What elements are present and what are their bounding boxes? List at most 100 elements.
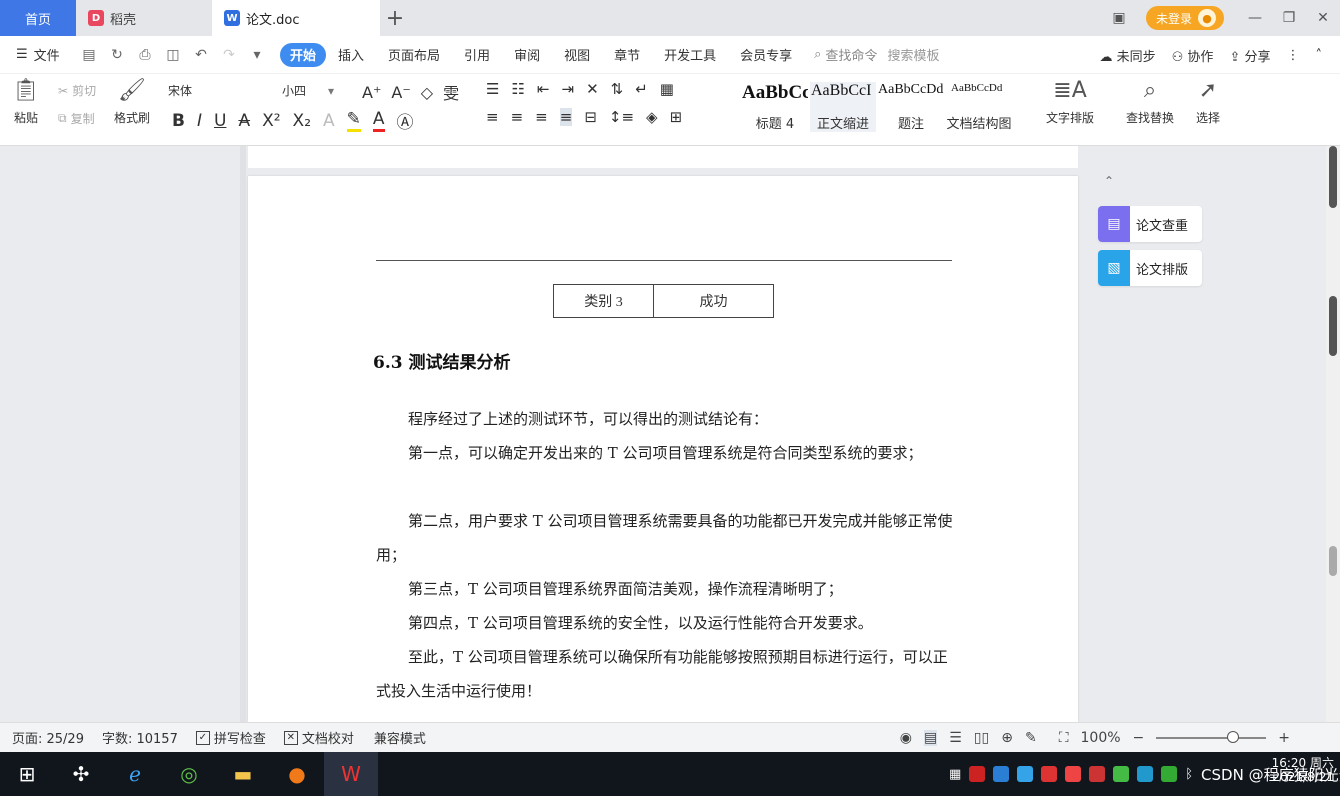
copy-button[interactable]: ⧉ 复制 xyxy=(58,110,95,127)
bold-icon[interactable]: B xyxy=(172,111,185,131)
shrink-font-icon[interactable]: A⁻ xyxy=(391,83,410,102)
tray-shield-icon[interactable] xyxy=(1017,766,1034,782)
login-button[interactable]: 未登录 ● xyxy=(1145,6,1224,30)
file-menu[interactable]: ☰ 文件 xyxy=(0,45,72,64)
page-view-icon[interactable]: ▤ xyxy=(924,730,938,746)
borders-icon[interactable]: ⊞ xyxy=(670,108,683,126)
style-body-indent[interactable]: AaBbCcI 正文缩进 xyxy=(810,82,876,132)
document-page[interactable]: 类别 3 成功 6.3 测试结果分析 程序经过了上述的测试环节，可以得出的测试结… xyxy=(248,176,1078,722)
text-layout-button[interactable]: ≣A 文字排版 xyxy=(1046,78,1094,126)
zoom-level[interactable]: 100% xyxy=(1081,730,1121,746)
taskbar-app-browser[interactable]: ◎ xyxy=(162,752,216,796)
select-button[interactable]: ➚ 选择 xyxy=(1196,78,1220,126)
taskbar-app-pinwheel[interactable]: ✣ xyxy=(54,752,108,796)
collapse-ribbon-icon[interactable]: ˄ xyxy=(1316,48,1323,63)
superscript-icon[interactable]: X² xyxy=(262,111,280,131)
decrease-indent-icon[interactable]: ⇤ xyxy=(537,80,550,98)
tray-app-icon[interactable] xyxy=(993,766,1010,782)
thesis-layout-button[interactable]: ▧ 论文排版 xyxy=(1098,250,1202,286)
close-button[interactable]: ✕ xyxy=(1306,0,1340,36)
reading-mode-icon[interactable]: ▣ xyxy=(1102,0,1136,36)
template-search[interactable]: 搜索模板 xyxy=(887,45,939,64)
distribute-icon[interactable]: ⊟ xyxy=(584,108,597,126)
subscript-icon[interactable]: X₂ xyxy=(293,111,311,131)
start-button[interactable]: ⊞ xyxy=(0,752,54,796)
zoom-slider-knob[interactable] xyxy=(1227,731,1240,743)
sync-button[interactable]: ☁ 未同步 xyxy=(1099,46,1155,65)
tab-chapter[interactable]: 章节 xyxy=(602,43,652,67)
font-size-select[interactable]: 小四 ▾ xyxy=(282,82,352,99)
bluetooth-icon[interactable]: ᛒ xyxy=(1185,767,1193,782)
format-painter-button[interactable]: 🖌︎ 格式刷 xyxy=(114,78,150,126)
tray-app-icon[interactable] xyxy=(969,766,986,782)
tray-app-icon[interactable] xyxy=(1161,766,1178,782)
new-tab-button[interactable]: + xyxy=(380,0,410,36)
tab-view[interactable]: 视图 xyxy=(552,43,602,67)
tab-review[interactable]: 审阅 xyxy=(502,43,552,67)
tab-member[interactable]: 会员专享 xyxy=(728,43,804,67)
tab-developer[interactable]: 开发工具 xyxy=(652,43,728,67)
tab-start[interactable]: 开始 xyxy=(280,42,327,67)
share-button[interactable]: ⇪ 分享 xyxy=(1229,46,1270,65)
collapse-panel-icon[interactable]: ⌃ xyxy=(1104,174,1118,188)
write-view-icon[interactable]: ✎ xyxy=(1025,730,1037,746)
eye-protect-icon[interactable]: ◉ xyxy=(900,730,912,746)
reading-view-icon[interactable]: ▯▯ xyxy=(974,730,989,746)
find-replace-button[interactable]: ⌕ 查找替换 xyxy=(1126,78,1174,126)
tab-references[interactable]: 引用 xyxy=(452,43,502,67)
justify-icon[interactable]: ≡ xyxy=(559,108,573,126)
tab-document[interactable]: W 论文.doc xyxy=(212,0,380,36)
taskbar-app-wps[interactable]: W xyxy=(324,752,378,796)
style-heading4[interactable]: AaBbCc 标题 4 xyxy=(742,82,808,132)
line-spacing-icon[interactable]: ↕≡ xyxy=(609,108,634,126)
doc-proof-toggle[interactable]: ✕ 文档校对 xyxy=(283,728,354,747)
increase-indent-icon[interactable]: ⇥ xyxy=(561,80,574,98)
customize-icon[interactable]: ▾ xyxy=(248,47,266,63)
vertical-scrollbar[interactable] xyxy=(1326,146,1340,722)
clear-format-icon[interactable]: ◇ xyxy=(421,83,433,102)
zoom-slider[interactable] xyxy=(1156,731,1267,743)
align-center-icon[interactable]: ≡ xyxy=(511,108,524,126)
redo-icon[interactable]: ↷ xyxy=(220,47,238,63)
char-border-icon[interactable]: Ⓐ xyxy=(397,108,414,133)
chinese-layout-icon[interactable]: ✕ xyxy=(586,80,599,98)
print-icon[interactable]: ⎙ xyxy=(136,47,154,63)
text-effect-icon[interactable]: A xyxy=(323,111,335,131)
numbered-list-icon[interactable]: ☷ xyxy=(511,80,524,98)
align-left-icon[interactable]: ≡ xyxy=(486,108,499,126)
tray-keyboard-icon[interactable]: ▦ xyxy=(949,767,961,782)
highlight-icon[interactable]: ✎ xyxy=(346,109,361,132)
word-count[interactable]: 字数: 10157 xyxy=(102,728,178,747)
sort-icon[interactable]: ⇅ xyxy=(611,80,624,98)
zoom-out-icon[interactable]: − xyxy=(1133,730,1145,746)
clock[interactable]: 16:20 周六 2021/8/21 xyxy=(1272,756,1334,784)
underline-icon[interactable]: U xyxy=(214,111,226,131)
collab-button[interactable]: ⚇ 协作 xyxy=(1172,46,1214,65)
taskbar-app-ie[interactable]: ℯ xyxy=(108,752,162,796)
font-color-icon[interactable]: A xyxy=(372,109,385,132)
tray-app-icon[interactable] xyxy=(1065,766,1082,782)
scroll-thumb-top[interactable] xyxy=(1329,146,1337,208)
table-grid-icon[interactable]: ▦ xyxy=(660,80,674,98)
strikethrough-icon[interactable]: A xyxy=(238,111,250,131)
italic-icon[interactable]: I xyxy=(197,111,202,131)
style-document-map[interactable]: AaBbCcDd 文档结构图 xyxy=(944,82,1014,132)
spell-check-toggle[interactable]: ✓ 拼写检查 xyxy=(195,728,266,747)
bullet-list-icon[interactable]: ☰ xyxy=(486,80,499,98)
undo-icon[interactable]: ↶ xyxy=(192,47,210,63)
fit-page-icon[interactable]: ⛶ xyxy=(1059,730,1069,746)
phonetic-icon[interactable]: 雯 xyxy=(443,80,459,104)
tab-insert[interactable]: 插入 xyxy=(326,43,376,67)
restore-button[interactable]: ❐ xyxy=(1272,0,1306,36)
preview-icon[interactable]: ◫ xyxy=(164,47,182,63)
tab-page-layout[interactable]: 页面布局 xyxy=(376,43,452,67)
tab-home[interactable]: 首页 xyxy=(0,0,76,36)
minimize-button[interactable]: — xyxy=(1238,0,1272,36)
taskbar-app-orange[interactable]: ● xyxy=(270,752,324,796)
shading-icon[interactable]: ◈ xyxy=(646,108,658,126)
web-view-icon[interactable]: ⊕ xyxy=(1001,730,1013,746)
more-icon[interactable]: ⋮ xyxy=(1287,48,1300,63)
thesis-check-button[interactable]: ▤ 论文查重 xyxy=(1098,206,1202,242)
tray-app-icon[interactable] xyxy=(1041,766,1058,782)
show-marks-icon[interactable]: ↵ xyxy=(635,80,648,98)
